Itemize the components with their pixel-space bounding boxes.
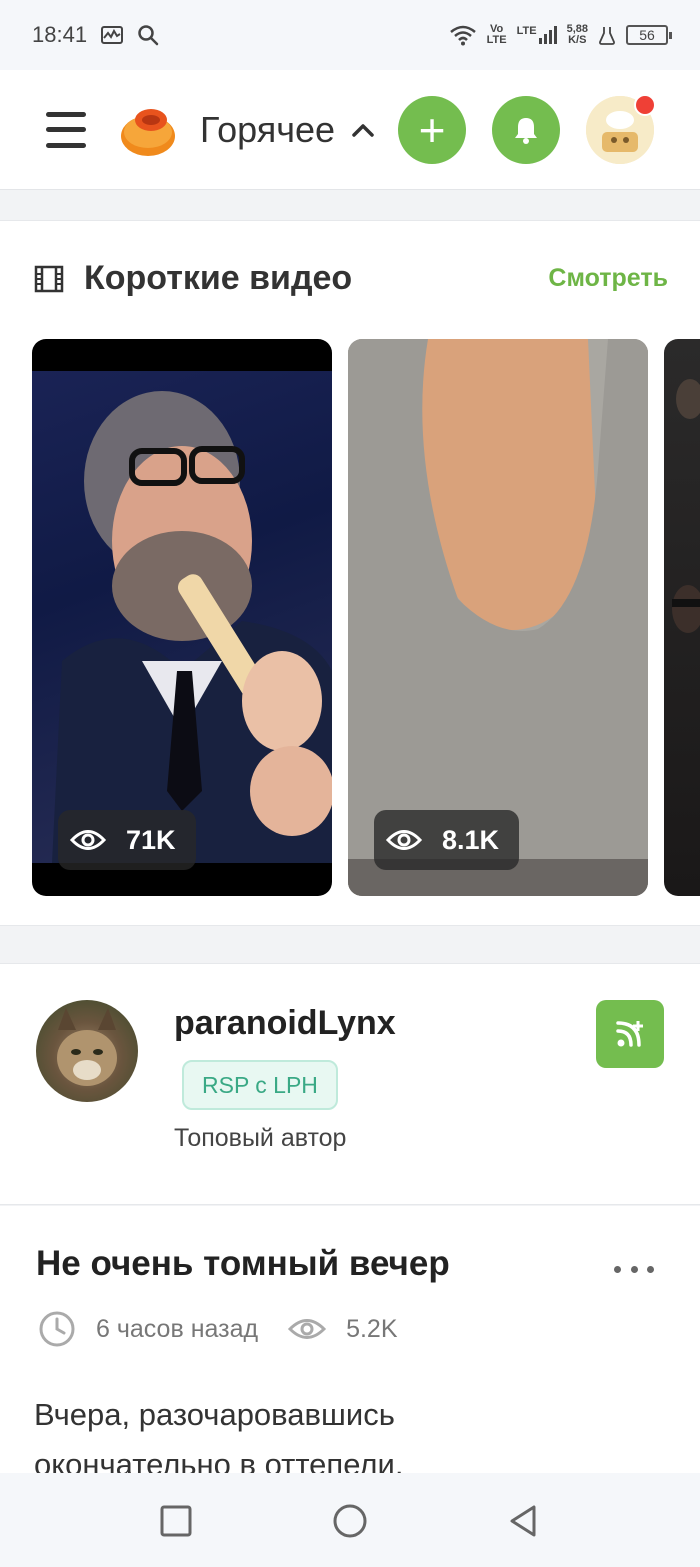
- views-counter: 71K: [58, 810, 196, 870]
- post-meta: 6 часов назад 5.2K: [38, 1310, 398, 1348]
- video-thumbnail: [32, 371, 332, 863]
- author-rank: Топовый автор: [174, 1124, 347, 1152]
- wifi-icon: [449, 25, 476, 46]
- search-status-icon: [138, 25, 159, 46]
- chevron-up-icon[interactable]: [350, 117, 376, 143]
- film-icon: [34, 265, 64, 292]
- short-videos-section: Короткие видео Смотреть 71K 8.1K: [0, 220, 700, 926]
- post-title[interactable]: Не очень томный вечер: [36, 1244, 450, 1284]
- triangle-back-icon[interactable]: [506, 1503, 542, 1539]
- author-badge: RSP с LPH: [182, 1060, 338, 1110]
- video-card[interactable]: 71K: [32, 339, 332, 896]
- activity-icon: [101, 26, 124, 44]
- add-post-button[interactable]: +: [398, 95, 466, 164]
- video-thumbnail: [672, 379, 700, 633]
- post-views: 5.2K: [346, 1314, 398, 1343]
- battery-indicator: 56: [626, 25, 672, 45]
- views-counter: 8.1K: [374, 810, 520, 870]
- short-videos-title: Короткие видео: [84, 259, 353, 297]
- author-avatar[interactable]: [36, 1000, 138, 1102]
- net-speed: 5,88 K/S: [566, 23, 588, 46]
- bell-icon: [515, 117, 537, 144]
- signal-icon: LTE: [517, 26, 557, 44]
- flask-icon: [599, 27, 615, 45]
- menu-icon[interactable]: [46, 111, 86, 148]
- more-icon[interactable]: [614, 1262, 654, 1276]
- status-bar: 18:41 Vo LTE LTE 5,88 K/S 56: [0, 0, 700, 70]
- subscribe-button[interactable]: [596, 1000, 664, 1068]
- pikabu-logo-icon[interactable]: [118, 100, 178, 160]
- eye-icon: [288, 1319, 327, 1339]
- video-card[interactable]: 8.1K: [348, 339, 648, 896]
- app-header: Горячее +: [0, 70, 700, 190]
- video-card[interactable]: [664, 339, 700, 896]
- plus-icon: +: [418, 103, 446, 156]
- lynx-avatar-icon: [57, 1008, 117, 1086]
- notifications-button[interactable]: [492, 95, 560, 164]
- author-name[interactable]: paranoidLynx: [174, 1004, 396, 1043]
- user-avatar[interactable]: [586, 93, 656, 164]
- author-card: paranoidLynx RSP с LPH Топовый автор: [0, 963, 700, 1205]
- post-time: 6 часов назад: [96, 1314, 259, 1343]
- eye-icon: [386, 830, 422, 850]
- post-text: Вчера, разочаровавшись окончательно в от…: [34, 1397, 404, 1473]
- section-title[interactable]: Горячее: [200, 109, 338, 151]
- notification-dot: [634, 93, 656, 116]
- square-nav-icon[interactable]: [158, 1503, 194, 1539]
- system-nav-bar: [0, 1473, 700, 1567]
- volte-indicator: Vo LTE: [486, 23, 507, 46]
- post-card: Не очень томный вечер 6 часов назад 5.2K…: [0, 1206, 700, 1473]
- watch-all-link[interactable]: Смотреть: [548, 264, 668, 293]
- clock-icon: [39, 1311, 75, 1347]
- circle-nav-icon[interactable]: [332, 1503, 368, 1539]
- status-time: 18:41: [32, 22, 88, 47]
- eye-icon: [70, 830, 106, 850]
- subscribe-icon: [616, 1021, 643, 1047]
